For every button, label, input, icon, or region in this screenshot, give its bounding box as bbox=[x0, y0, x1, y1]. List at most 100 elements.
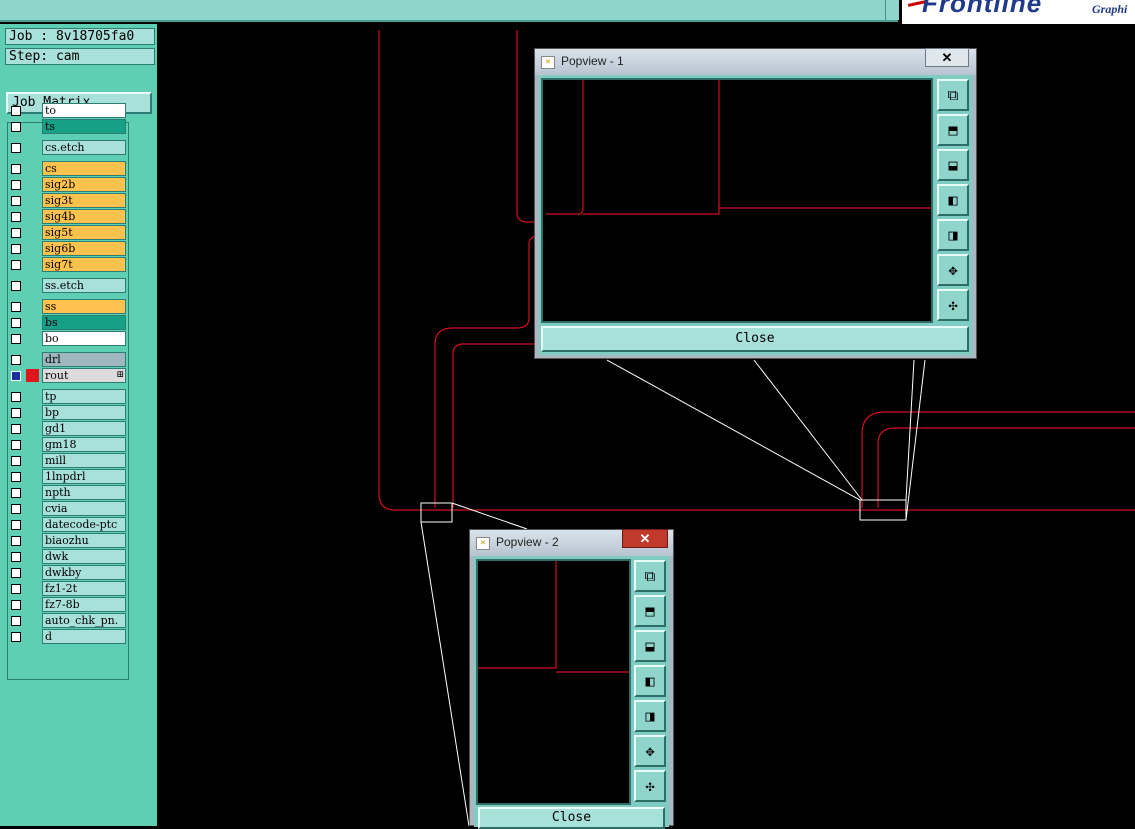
layer-name[interactable]: auto_chk_pn. bbox=[42, 613, 126, 628]
layer-checkbox[interactable] bbox=[11, 228, 21, 238]
layer-row-rout[interactable]: rout bbox=[8, 368, 126, 384]
layer-row-gm18[interactable]: gm18 bbox=[8, 437, 126, 453]
layer-row-ss[interactable]: ss bbox=[8, 299, 126, 315]
layer-row-auto_chk_pn.[interactable]: auto_chk_pn. bbox=[8, 613, 126, 629]
layer-name[interactable]: ts bbox=[42, 119, 126, 134]
popview-1-titlebar[interactable]: ✕ Popview - 1 ✕ bbox=[535, 48, 976, 75]
layer-name[interactable]: bp bbox=[42, 405, 126, 420]
layer-checkbox[interactable] bbox=[11, 281, 21, 291]
layer-checkbox[interactable] bbox=[11, 302, 21, 312]
layer-row-cvia[interactable]: cvia bbox=[8, 501, 126, 517]
popview-2-close-icon[interactable]: ✕ bbox=[622, 529, 668, 548]
layer-checkbox[interactable] bbox=[11, 600, 21, 610]
layer-checkbox[interactable] bbox=[11, 552, 21, 562]
layer-name[interactable]: biaozhu bbox=[42, 533, 126, 548]
layer-row-mill[interactable]: mill bbox=[8, 453, 126, 469]
window-button[interactable]: ⧉ bbox=[937, 79, 969, 111]
layer-row-datecode-ptc[interactable]: datecode-ptc bbox=[8, 517, 126, 533]
layer-name[interactable]: sig3t bbox=[42, 193, 126, 208]
pan-right-button[interactable]: ◨ bbox=[937, 219, 969, 251]
layer-row-bs[interactable]: bs bbox=[8, 315, 126, 331]
layer-checkbox[interactable] bbox=[11, 196, 21, 206]
layer-row-biaozhu[interactable]: biaozhu bbox=[8, 533, 126, 549]
layer-name[interactable]: mill bbox=[42, 453, 126, 468]
layer-name[interactable]: tp bbox=[42, 389, 126, 404]
layer-checkbox[interactable] bbox=[11, 568, 21, 578]
layer-row-dwk[interactable]: dwk bbox=[8, 549, 126, 565]
layer-checkbox[interactable] bbox=[11, 371, 21, 381]
layer-row-fz7-8b[interactable]: fz7-8b bbox=[8, 597, 126, 613]
popview-1-close-icon[interactable]: ✕ bbox=[925, 48, 969, 67]
layer-name[interactable]: cs bbox=[42, 161, 126, 176]
pan-down-button[interactable]: ⬓ bbox=[937, 149, 969, 181]
layer-row-sig3t[interactable]: sig3t bbox=[8, 193, 126, 209]
zoom-in-button[interactable]: ✥ bbox=[634, 735, 666, 767]
layer-row-cs[interactable]: cs bbox=[8, 161, 126, 177]
layer-checkbox[interactable] bbox=[11, 408, 21, 418]
layer-checkbox[interactable] bbox=[11, 440, 21, 450]
layer-name[interactable]: rout bbox=[42, 368, 126, 383]
layer-row-sig7t[interactable]: sig7t bbox=[8, 257, 126, 273]
layer-checkbox[interactable] bbox=[11, 334, 21, 344]
layer-row-ts[interactable]: ts bbox=[8, 119, 126, 135]
layer-checkbox[interactable] bbox=[11, 244, 21, 254]
layer-checkbox[interactable] bbox=[11, 456, 21, 466]
popview-1-close-button[interactable]: Close bbox=[541, 326, 969, 352]
layer-row-drl[interactable]: drl bbox=[8, 352, 126, 368]
layer-checkbox[interactable] bbox=[11, 520, 21, 530]
pan-right-button[interactable]: ◨ bbox=[634, 700, 666, 732]
pan-up-button[interactable]: ⬒ bbox=[634, 595, 666, 627]
layer-checkbox[interactable] bbox=[11, 584, 21, 594]
layer-name[interactable]: dwk bbox=[42, 549, 126, 564]
layer-name[interactable]: npth bbox=[42, 485, 126, 500]
layer-row-cs.etch[interactable]: cs.etch bbox=[8, 140, 126, 156]
layer-row-bp[interactable]: bp bbox=[8, 405, 126, 421]
window-button[interactable]: ⧉ bbox=[634, 560, 666, 592]
popview-2-view[interactable] bbox=[476, 559, 631, 805]
layer-row-bo[interactable]: bo bbox=[8, 331, 126, 347]
layer-checkbox[interactable] bbox=[11, 212, 21, 222]
layer-name[interactable]: gd1 bbox=[42, 421, 126, 436]
layer-name[interactable]: ss bbox=[42, 299, 126, 314]
layer-name[interactable]: sig4b bbox=[42, 209, 126, 224]
layer-row-dwkby[interactable]: dwkby bbox=[8, 565, 126, 581]
layer-checkbox[interactable] bbox=[11, 632, 21, 642]
layer-name[interactable]: bo bbox=[42, 331, 126, 346]
layer-row-sig6b[interactable]: sig6b bbox=[8, 241, 126, 257]
layer-checkbox[interactable] bbox=[11, 616, 21, 626]
layer-name[interactable]: to bbox=[42, 103, 126, 118]
layer-row-1lnpdrl[interactable]: 1lnpdrl bbox=[8, 469, 126, 485]
pan-left-button[interactable]: ◧ bbox=[937, 184, 969, 216]
zoom-in-button[interactable]: ✥ bbox=[937, 254, 969, 286]
layer-name[interactable]: sig6b bbox=[42, 241, 126, 256]
layer-checkbox[interactable] bbox=[11, 424, 21, 434]
layer-name[interactable]: fz7-8b bbox=[42, 597, 126, 612]
layer-name[interactable]: cs.etch bbox=[42, 140, 126, 155]
layer-row-npth[interactable]: npth bbox=[8, 485, 126, 501]
layer-name[interactable]: fz1-2t bbox=[42, 581, 126, 596]
layer-checkbox[interactable] bbox=[11, 122, 21, 132]
layer-row-ss.etch[interactable]: ss.etch bbox=[8, 278, 126, 294]
layer-name[interactable]: 1lnpdrl bbox=[42, 469, 126, 484]
layer-name[interactable]: bs bbox=[42, 315, 126, 330]
pan-left-button[interactable]: ◧ bbox=[634, 665, 666, 697]
layer-checkbox[interactable] bbox=[11, 106, 21, 116]
layer-checkbox[interactable] bbox=[11, 355, 21, 365]
layer-name[interactable]: sig2b bbox=[42, 177, 126, 192]
layer-row-tp[interactable]: tp bbox=[8, 389, 126, 405]
pan-up-button[interactable]: ⬒ bbox=[937, 114, 969, 146]
popview-2-titlebar[interactable]: ✕ Popview - 2 ✕ bbox=[470, 529, 673, 556]
layer-name[interactable]: datecode-ptc bbox=[42, 517, 126, 532]
layer-row-sig4b[interactable]: sig4b bbox=[8, 209, 126, 225]
layer-checkbox[interactable] bbox=[11, 472, 21, 482]
layer-checkbox[interactable] bbox=[11, 504, 21, 514]
layer-row-to[interactable]: to bbox=[8, 103, 126, 119]
layer-checkbox[interactable] bbox=[11, 164, 21, 174]
layer-name[interactable]: sig5t bbox=[42, 225, 126, 240]
layer-name[interactable]: dwkby bbox=[42, 565, 126, 580]
layer-checkbox[interactable] bbox=[11, 488, 21, 498]
popview-1-view[interactable] bbox=[541, 78, 933, 323]
layer-checkbox[interactable] bbox=[11, 536, 21, 546]
zoom-out-button[interactable]: ✣ bbox=[937, 289, 969, 321]
layer-name[interactable]: drl bbox=[42, 352, 126, 367]
